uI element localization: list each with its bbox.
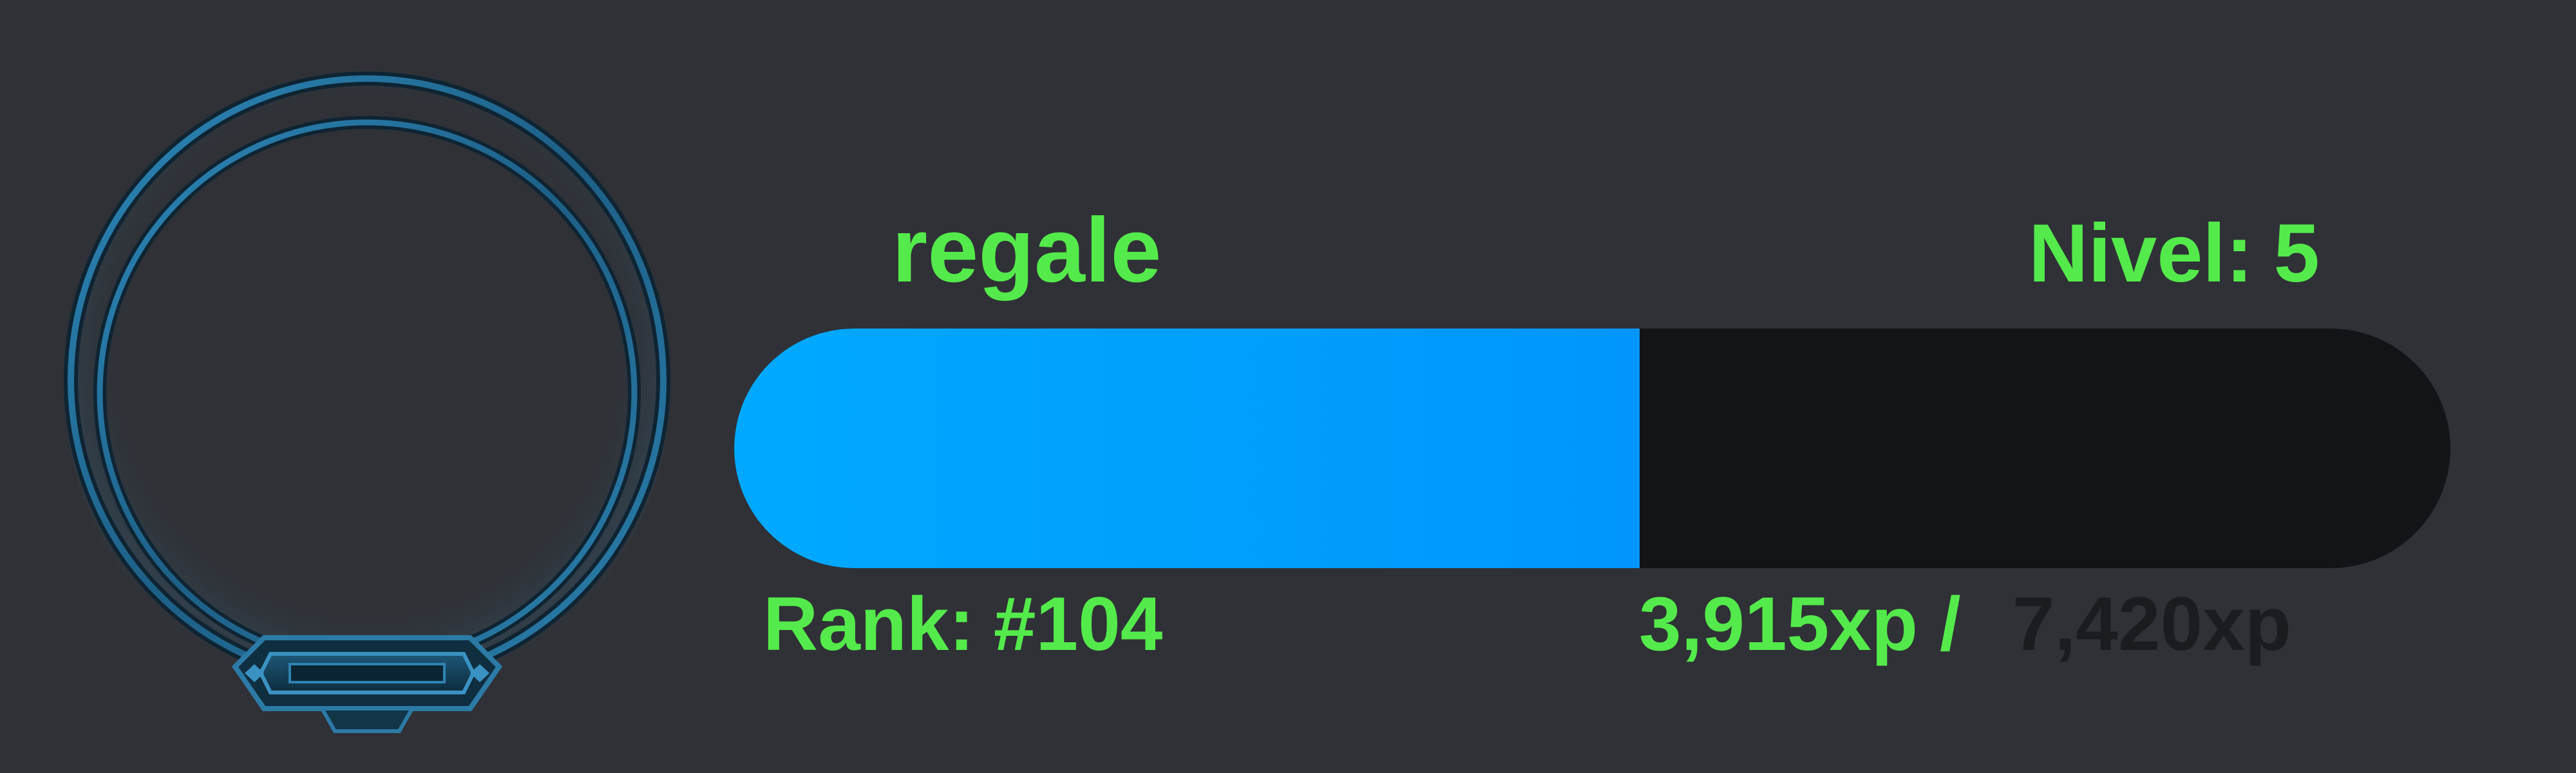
xp-separator: / — [1940, 582, 1961, 667]
rank-display: Rank: #104 — [763, 586, 1162, 662]
level-display: Nivel: 5 — [2029, 213, 2320, 295]
avatar-frame-icon — [52, 71, 683, 767]
username: regale — [892, 199, 1162, 301]
rank-card: regale Nivel: 5 Rank: #104 3,915xp/7,420xp — [0, 0, 2576, 773]
xp-progress-fill — [734, 329, 1640, 568]
xp-display: 3,915xp/7,420xp — [1639, 586, 2291, 662]
level-label: Nivel: — [2029, 207, 2253, 300]
xp-progress-bar — [734, 329, 2450, 568]
xp-total: 7,420xp — [2012, 582, 2291, 667]
rank-value: #104 — [993, 582, 1163, 667]
xp-current: 3,915xp — [1639, 582, 1918, 667]
rank-label: Rank: — [763, 582, 974, 667]
level-value: 5 — [2273, 207, 2320, 300]
